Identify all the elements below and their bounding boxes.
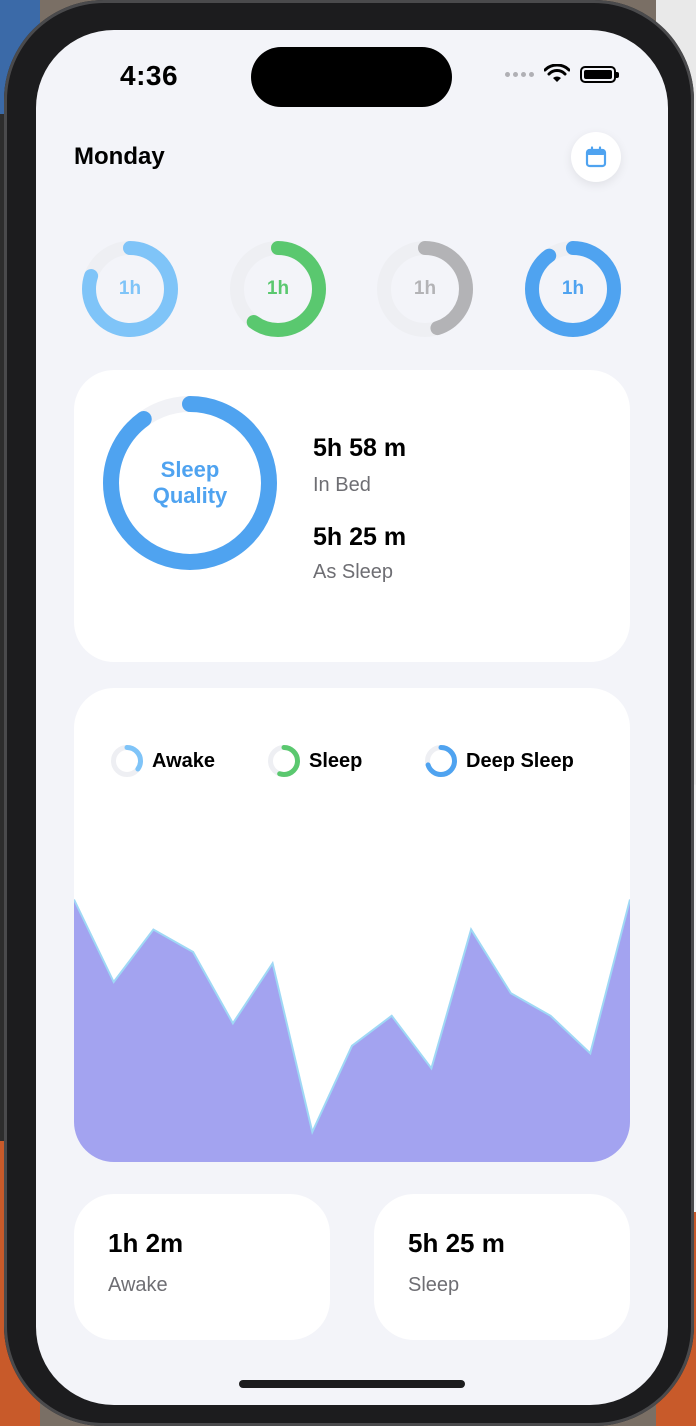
phone-frame: 4:36 Monday 1h 1h 1h 1h Sleep Quality 5h… xyxy=(4,0,694,1426)
in-bed-value: 5h 58 m xyxy=(313,434,407,462)
ring-indicator[interactable]: 1h xyxy=(524,240,622,338)
ring-indicator[interactable]: 1h xyxy=(229,240,327,338)
status-icons xyxy=(505,64,619,84)
legend-label: Awake xyxy=(152,749,216,772)
ring-indicator[interactable]: 1h xyxy=(376,240,474,338)
sleep-value: 5h 25 m xyxy=(408,1228,505,1258)
ring-indicator[interactable]: 1h xyxy=(81,240,179,338)
awake-value: 1h 2m xyxy=(108,1228,184,1258)
sleep-summary-card: 5h 25 m Sleep xyxy=(374,1194,630,1340)
sleep-quality-ring: Sleep Quality xyxy=(102,395,278,571)
in-bed-label: In Bed xyxy=(313,474,371,496)
sleep-ring-icon xyxy=(268,745,300,777)
sleep-area-chart xyxy=(74,899,630,1162)
calendar-icon xyxy=(585,146,607,168)
ring-label: 1h xyxy=(561,278,585,299)
asleep-value: 5h 25 m xyxy=(313,523,407,551)
awake-ring-icon xyxy=(111,745,143,777)
asleep-label: As Sleep xyxy=(313,561,394,583)
page-title: Monday xyxy=(74,143,165,170)
ring-label: 1h xyxy=(413,278,437,299)
status-time: 4:36 xyxy=(120,60,179,91)
sleep-label: Sleep xyxy=(408,1274,460,1296)
awake-label: Awake xyxy=(108,1274,168,1296)
app-screen: 4:36 Monday 1h 1h 1h 1h Sleep Quality 5h… xyxy=(36,30,668,1405)
legend-label: Deep Sleep xyxy=(466,749,574,772)
ring-label: 1h xyxy=(118,278,142,299)
battery-icon xyxy=(580,65,619,83)
legend-item-deep-sleep[interactable]: Deep Sleep xyxy=(424,744,574,778)
calendar-button[interactable] xyxy=(571,132,621,182)
sleep-quality-card: Sleep Quality 5h 58 m In Bed 5h 25 m As S… xyxy=(74,370,630,662)
area-fill xyxy=(74,899,630,1162)
awake-summary-card: 1h 2m Awake xyxy=(74,1194,330,1340)
sleep-chart-card: Awake Sleep Deep Sleep xyxy=(74,688,630,1162)
legend-item-sleep[interactable]: Sleep xyxy=(267,744,362,778)
deep-sleep-ring-icon xyxy=(425,745,457,777)
dynamic-island xyxy=(251,47,452,107)
sleep-quality-title: Sleep Quality xyxy=(152,457,228,508)
wifi-icon xyxy=(544,64,570,82)
legend-label: Sleep xyxy=(309,749,363,772)
ring-label: 1h xyxy=(266,278,290,299)
cellular-signal-icon xyxy=(505,71,534,77)
legend-item-awake[interactable]: Awake xyxy=(110,744,215,778)
home-indicator xyxy=(239,1380,465,1388)
